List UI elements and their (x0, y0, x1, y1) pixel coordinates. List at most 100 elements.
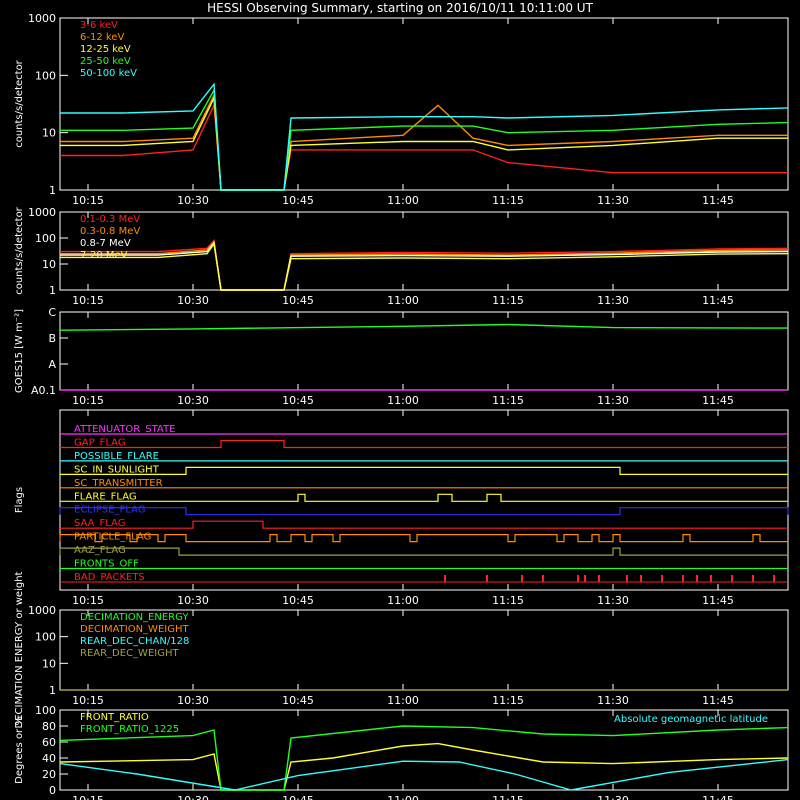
time-tick-label: 11:30 (597, 694, 629, 707)
time-tick-label: 11:30 (597, 594, 629, 607)
y-tick-label-dec: 1000 (28, 604, 56, 617)
legend-entry-lo: 3-6 keV (80, 20, 118, 31)
legend-entry-dec: REAR_DEC_WEIGHT (80, 648, 179, 659)
y-tick-label-lo: 100 (35, 69, 56, 82)
legend-entry-hi: 7-20 MeV (80, 250, 128, 261)
flag-label: ECLIPSE_FLAG (74, 505, 145, 516)
y-axis-label-goes: GOES15 [W m⁻²] (14, 309, 25, 393)
legend-entry-ratio: FRONT_RATIO (80, 712, 149, 723)
time-tick-label: 10:15 (72, 594, 104, 607)
y-axis-label-ratio: Degrees or % (14, 716, 25, 784)
y-axis-label-hi: counts/s/detector (14, 206, 25, 294)
flag-label: SC_TRANSMITTER (74, 478, 163, 489)
annotation-geomag-lat: Absolute geomagnetic latitude (614, 714, 768, 725)
time-tick-label: 10:30 (177, 594, 209, 607)
hessi-summary-chart: HESSI Observing Summary, starting on 201… (0, 0, 800, 800)
time-tick-label: 10:15 (72, 194, 104, 207)
y-axis-label-lo: counts/s/detector (14, 59, 25, 147)
time-tick-label: 11:30 (597, 794, 629, 800)
time-tick-label: 10:45 (282, 794, 314, 800)
y-tick-label-ratio: 80 (42, 720, 56, 733)
legend-entry-hi: 0.8-7 MeV (80, 238, 131, 249)
time-tick-label: 11:00 (387, 394, 419, 407)
time-tick-label: 11:45 (702, 294, 734, 307)
legend-entry-ratio: FRONT_RATIO_1225 (80, 724, 179, 735)
time-tick-label: 11:15 (492, 394, 524, 407)
time-tick-label: 11:45 (702, 594, 734, 607)
legend-entry-dec: REAR_DEC_CHAN/128 (80, 636, 189, 647)
y-tick-label-hi: 1000 (28, 206, 56, 219)
y-tick-label-lo: 1 (49, 184, 56, 197)
time-tick-label: 10:30 (177, 194, 209, 207)
time-tick-label: 11:15 (492, 294, 524, 307)
y-tick-label-lo: 10 (42, 127, 56, 140)
time-tick-label: 10:30 (177, 794, 209, 800)
y-tick-label-ratio: 60 (42, 736, 56, 749)
y-tick-label-dec: 100 (35, 631, 56, 644)
time-tick-label: 10:15 (72, 794, 104, 800)
legend-entry-hi: 0.3-0.8 MeV (80, 226, 140, 237)
time-tick-label: 11:15 (492, 794, 524, 800)
time-tick-label: 10:45 (282, 694, 314, 707)
y-tick-label-ratio: 40 (42, 752, 56, 765)
y-tick-label-hi: 100 (35, 232, 56, 245)
main-title: HESSI Observing Summary, starting on 201… (207, 1, 593, 15)
y-axis-label-dec: DECIMATION ENERGY or weight (14, 571, 25, 728)
legend-entry-dec: DECIMATION_ENERGY (80, 612, 189, 623)
time-tick-label: 10:15 (72, 294, 104, 307)
time-tick-label: 11:00 (387, 694, 419, 707)
time-tick-label: 11:15 (492, 194, 524, 207)
y-tick-label-hi: 10 (42, 258, 56, 271)
time-tick-label: 11:00 (387, 294, 419, 307)
legend-entry-hi: 0.1-0.3 MeV (80, 214, 140, 225)
time-tick-label: 11:30 (597, 194, 629, 207)
y-tick-label-goes: C (48, 306, 56, 319)
y-tick-label-dec: 10 (42, 657, 56, 670)
y-tick-label-ratio: 0 (49, 784, 56, 797)
time-tick-label: 10:45 (282, 394, 314, 407)
y-tick-label-dec: 1 (49, 684, 56, 697)
legend-entry-lo: 6-12 keV (80, 32, 124, 43)
time-tick-label: 10:30 (177, 294, 209, 307)
time-tick-label: 11:15 (492, 594, 524, 607)
y-tick-label-ratio: 20 (42, 768, 56, 781)
legend-entry-lo: 12-25 keV (80, 44, 131, 55)
time-tick-label: 11:45 (702, 394, 734, 407)
y-axis-label-flags: Flags (14, 487, 25, 513)
y-tick-label-goes: B (48, 332, 56, 345)
flag-label: ATTENUATOR_STATE (74, 424, 175, 435)
time-tick-label: 11:45 (702, 794, 734, 800)
time-tick-label: 10:15 (72, 394, 104, 407)
flag-label: FLARE_FLAG (74, 491, 137, 502)
flag-label: POSSIBLE_FLARE (74, 451, 159, 462)
y-tick-label-goes: A0.1 (31, 384, 56, 397)
time-tick-label: 11:30 (597, 294, 629, 307)
time-tick-label: 11:00 (387, 194, 419, 207)
legend-entry-dec: DECIMATION_WEIGHT (80, 624, 189, 635)
time-tick-label: 11:30 (597, 394, 629, 407)
time-tick-label: 11:45 (702, 694, 734, 707)
flag-label: SC_IN_SUNLIGHT (74, 464, 160, 475)
y-tick-label-lo: 1000 (28, 12, 56, 25)
y-tick-label-hi: 1 (49, 284, 56, 297)
time-tick-label: 11:15 (492, 694, 524, 707)
y-tick-label-goes: A (48, 358, 56, 371)
time-tick-label: 10:45 (282, 194, 314, 207)
time-tick-label: 10:15 (72, 694, 104, 707)
flag-label: AAZ_FLAG (74, 545, 126, 556)
time-tick-label: 11:45 (702, 194, 734, 207)
time-tick-label: 10:45 (282, 294, 314, 307)
time-tick-label: 11:00 (387, 794, 419, 800)
legend-entry-lo: 50-100 keV (80, 68, 137, 79)
time-tick-label: 10:30 (177, 694, 209, 707)
flag-label: GAP_FLAG (74, 437, 126, 448)
time-tick-label: 11:00 (387, 594, 419, 607)
y-tick-label-ratio: 100 (35, 704, 56, 717)
flag-label: FRONTS_OFF (74, 559, 139, 570)
time-tick-label: 10:30 (177, 394, 209, 407)
flag-label: BAD_PACKETS (74, 572, 145, 583)
flag-label: PARTICLE_FLAG (74, 532, 151, 543)
flag-label: SAA_FLAG (74, 518, 125, 529)
legend-entry-lo: 25-50 keV (80, 56, 131, 67)
time-tick-label: 10:45 (282, 594, 314, 607)
